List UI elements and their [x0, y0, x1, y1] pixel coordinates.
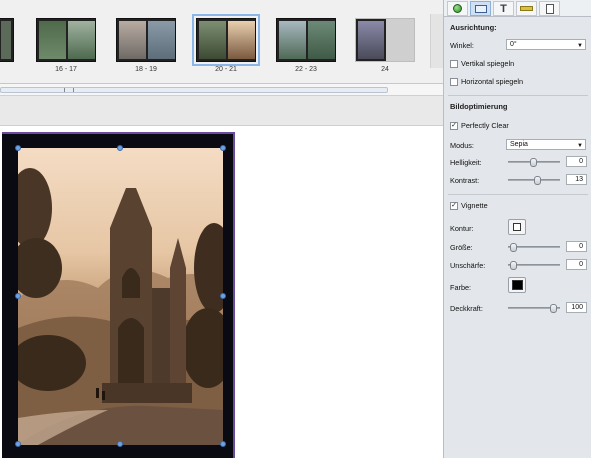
resize-handle-right[interactable] — [220, 293, 226, 299]
text-icon: T — [500, 2, 507, 15]
horizontal-spiegeln-label: Horizontal spiegeln — [461, 77, 524, 86]
vertikal-spiegeln-row[interactable]: Vertikal spiegeln — [450, 59, 514, 68]
kontur-button[interactable] — [508, 219, 526, 235]
tab-effects[interactable] — [447, 1, 468, 16]
thumbnail-label: 18 - 19 — [135, 66, 157, 73]
thumbnail-image — [199, 21, 226, 59]
scrollbar-grip[interactable] — [64, 88, 74, 92]
farbe-label: Farbe: — [450, 283, 472, 292]
thumbnail-14-15[interactable] — [0, 18, 14, 62]
modus-dropdown[interactable]: Sepia ▼ — [506, 139, 586, 150]
helligkeit-slider-knob[interactable] — [530, 158, 537, 167]
chevron-down-icon: ▼ — [577, 143, 583, 149]
tab-frame[interactable] — [470, 1, 491, 16]
unschaerfe-input[interactable]: 0 — [566, 259, 587, 270]
thumbnail-image — [119, 21, 146, 59]
modus-label: Modus: — [450, 141, 474, 150]
helligkeit-label: Helligkeit: — [450, 158, 482, 167]
perfectly-clear-label: Perfectly Clear — [461, 121, 509, 130]
tab-text[interactable]: T — [493, 1, 514, 16]
section-title-ausrichtung: Ausrichtung: — [450, 23, 497, 32]
groesse-slider[interactable] — [508, 243, 560, 252]
thumbnail-scrollbar[interactable] — [0, 84, 443, 96]
resize-handle-bottom[interactable] — [117, 441, 123, 447]
thumbnail-image — [68, 21, 95, 59]
kontrast-slider-knob[interactable] — [534, 176, 541, 185]
kontrast-input[interactable]: 13 — [566, 174, 587, 185]
resize-handle-bottom-left[interactable] — [15, 441, 21, 447]
divider — [448, 95, 588, 96]
deckkraft-label: Deckkraft: — [450, 304, 483, 313]
unschaerfe-slider-knob[interactable] — [510, 261, 517, 270]
thumbnail-16-17[interactable] — [36, 18, 96, 62]
thumbnail-image — [308, 21, 335, 59]
thumbnail-image — [358, 21, 384, 59]
winkel-value: 0° — [510, 41, 517, 48]
vertikal-spiegeln-label: Vertikal spiegeln — [461, 59, 515, 68]
vertikal-spiegeln-checkbox[interactable] — [450, 59, 458, 68]
deckkraft-slider[interactable] — [508, 304, 560, 313]
thumbnail-label: 20 - 21 — [215, 66, 237, 73]
winkel-dropdown[interactable]: 0° ▼ — [506, 39, 586, 50]
vignette-label: Vignette — [461, 201, 488, 210]
abbey-ruin-image — [18, 168, 223, 445]
winkel-label: Winkel: — [450, 41, 474, 50]
helligkeit-input[interactable]: 0 — [566, 156, 587, 167]
kontur-label: Kontur: — [450, 224, 474, 233]
modus-value: Sepia — [510, 141, 528, 148]
thumbnail-20-21[interactable] — [192, 14, 260, 66]
thumbnail-image — [279, 21, 306, 59]
divider — [448, 194, 588, 195]
thumbnail-label: 24 — [381, 66, 389, 73]
vignette-row[interactable]: ✓ Vignette — [450, 201, 488, 210]
farbe-color-button[interactable] — [508, 277, 526, 293]
effects-icon — [453, 4, 462, 13]
unschaerfe-label: Unschärfe: — [450, 261, 486, 270]
thumbnail-image — [39, 21, 66, 59]
page-icon — [545, 3, 554, 14]
deckkraft-slider-knob[interactable] — [550, 304, 557, 313]
perfectly-clear-row[interactable]: ✓ Perfectly Clear — [450, 121, 509, 130]
horizontal-spiegeln-checkbox[interactable] — [450, 77, 458, 86]
properties-panel: T Ausrichtung: Winkel: 0° ▼ Vertikal spi… — [443, 0, 591, 458]
thumbnail-strip: 16 - 17 18 - 19 20 - 21 22 - 23 24 — [0, 0, 443, 84]
section-title-bildoptimierung: Bildoptimierung — [450, 102, 508, 111]
resize-handle-top-right[interactable] — [220, 145, 226, 151]
strip-edge — [430, 14, 443, 68]
helligkeit-slider[interactable] — [508, 158, 560, 167]
thumbnail-label: 16 - 17 — [55, 66, 77, 73]
kontur-shape-icon — [513, 223, 521, 231]
horizontal-spiegeln-row[interactable]: Horizontal spiegeln — [450, 77, 523, 86]
ruler-icon — [520, 6, 533, 11]
resize-handle-top-left[interactable] — [15, 145, 21, 151]
panel-tab-bar: T — [444, 0, 591, 17]
scrollbar-track[interactable] — [0, 87, 388, 93]
thumbnail-label: 22 - 23 — [295, 66, 317, 73]
thumbnail-24[interactable] — [355, 18, 415, 62]
thumbnail-image — [148, 21, 175, 59]
chevron-down-icon: ▼ — [577, 43, 583, 49]
kontrast-label: Kontrast: — [450, 176, 480, 185]
thumbnail-18-19[interactable] — [116, 18, 176, 62]
kontrast-slider[interactable] — [508, 176, 560, 185]
unschaerfe-slider[interactable] — [508, 261, 560, 270]
toolbar-band — [0, 96, 443, 126]
groesse-label: Größe: — [450, 243, 473, 252]
frame-icon — [474, 4, 487, 13]
color-swatch — [511, 280, 523, 290]
tab-page[interactable] — [539, 1, 560, 16]
resize-handle-bottom-right[interactable] — [220, 441, 226, 447]
tab-ruler[interactable] — [516, 1, 537, 16]
thumbnail-image — [228, 21, 255, 59]
vignette-checkbox[interactable]: ✓ — [450, 201, 458, 210]
thumbnail-image — [1, 21, 11, 59]
thumbnail-22-23[interactable] — [276, 18, 336, 62]
groesse-input[interactable]: 0 — [566, 241, 587, 252]
deckkraft-input[interactable]: 100 — [566, 302, 587, 313]
groesse-slider-knob[interactable] — [510, 243, 517, 252]
selected-photo[interactable] — [18, 148, 223, 445]
resize-handle-top[interactable] — [117, 145, 123, 151]
perfectly-clear-checkbox[interactable]: ✓ — [450, 121, 458, 130]
resize-handle-left[interactable] — [15, 293, 21, 299]
